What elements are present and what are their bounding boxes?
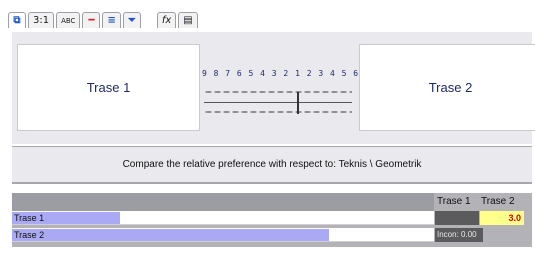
right-item-box: Trase 2 [359, 44, 535, 131]
scale-labels: 9 8 7 6 5 4 3 2 1 2 3 4 5 6 7 8 9 [202, 69, 394, 78]
table-icon: ▤ [183, 14, 193, 26]
tab-verbal[interactable]: ABC [56, 12, 81, 28]
formula-label: fx [161, 15, 172, 26]
comparison-scale[interactable]: 9 8 7 6 5 4 3 2 1 2 3 4 5 6 7 8 9 [202, 44, 394, 131]
hierarchy-icon: ⧉ [13, 14, 21, 26]
funnel-icon: ⏷ [127, 14, 136, 26]
tab-formula[interactable]: fx [156, 12, 177, 28]
slider-thumb[interactable] [297, 92, 299, 114]
grid-cell-1-1 [435, 211, 479, 225]
scale-ticks-bottom [204, 111, 352, 113]
scale-track [204, 102, 352, 103]
grid-cell-1-2[interactable]: 3.0 [480, 211, 524, 225]
row-label: Trase 2 [14, 230, 45, 240]
row-bar [12, 229, 329, 241]
tab-graphic[interactable]: ━ [82, 12, 101, 28]
right-item-label: Trase 2 [428, 80, 473, 95]
numeric-mode-label: 3:1 [33, 15, 50, 26]
grid-header-fill [12, 193, 434, 211]
comparison-panel: Trase 1 9 8 7 6 5 4 3 2 1 2 3 4 5 6 7 8 … [12, 32, 535, 144]
verbal-mode-label: ABC [61, 16, 76, 25]
grid-row: Trase 2 [12, 228, 434, 242]
tab-hierarchy[interactable]: ⧉ [8, 12, 26, 28]
scale-ticks-top [204, 91, 352, 93]
toolbar: ⧉ 3:1 ABC ━ ≡ ⏷ fx ▤ [0, 0, 535, 30]
bar-mode-icon-2: ≡ [107, 14, 116, 26]
col-header-trase2: Trase 2 [481, 196, 515, 207]
mode-tabs: ⧉ 3:1 ABC ━ ≡ ⏷ fx ▤ [8, 10, 200, 28]
grid-row: Trase 1 [12, 211, 434, 225]
left-item-box: Trase 1 [17, 44, 200, 131]
tab-table[interactable]: ▤ [178, 12, 198, 28]
comparison-grid: Trase 1 Trase 2 Trase 1 3.0 Trase 2 Inco… [12, 193, 532, 247]
cell-value: 3.0 [508, 213, 521, 223]
left-item-label: Trase 1 [86, 80, 131, 95]
tab-graphic-2[interactable]: ≡ [102, 12, 121, 28]
question-strip: Compare the relative preference with res… [12, 146, 532, 184]
inconsistency-readout: Incon: 0.00 [435, 228, 483, 242]
question-text: Compare the relative preference with res… [122, 159, 422, 170]
bar-mode-icon: ━ [88, 14, 95, 26]
col-header-trase1: Trase 1 [437, 196, 471, 207]
tab-numeric[interactable]: 3:1 [28, 12, 55, 28]
row-label: Trase 1 [14, 213, 45, 223]
tab-funnel[interactable]: ⏷ [122, 12, 141, 28]
